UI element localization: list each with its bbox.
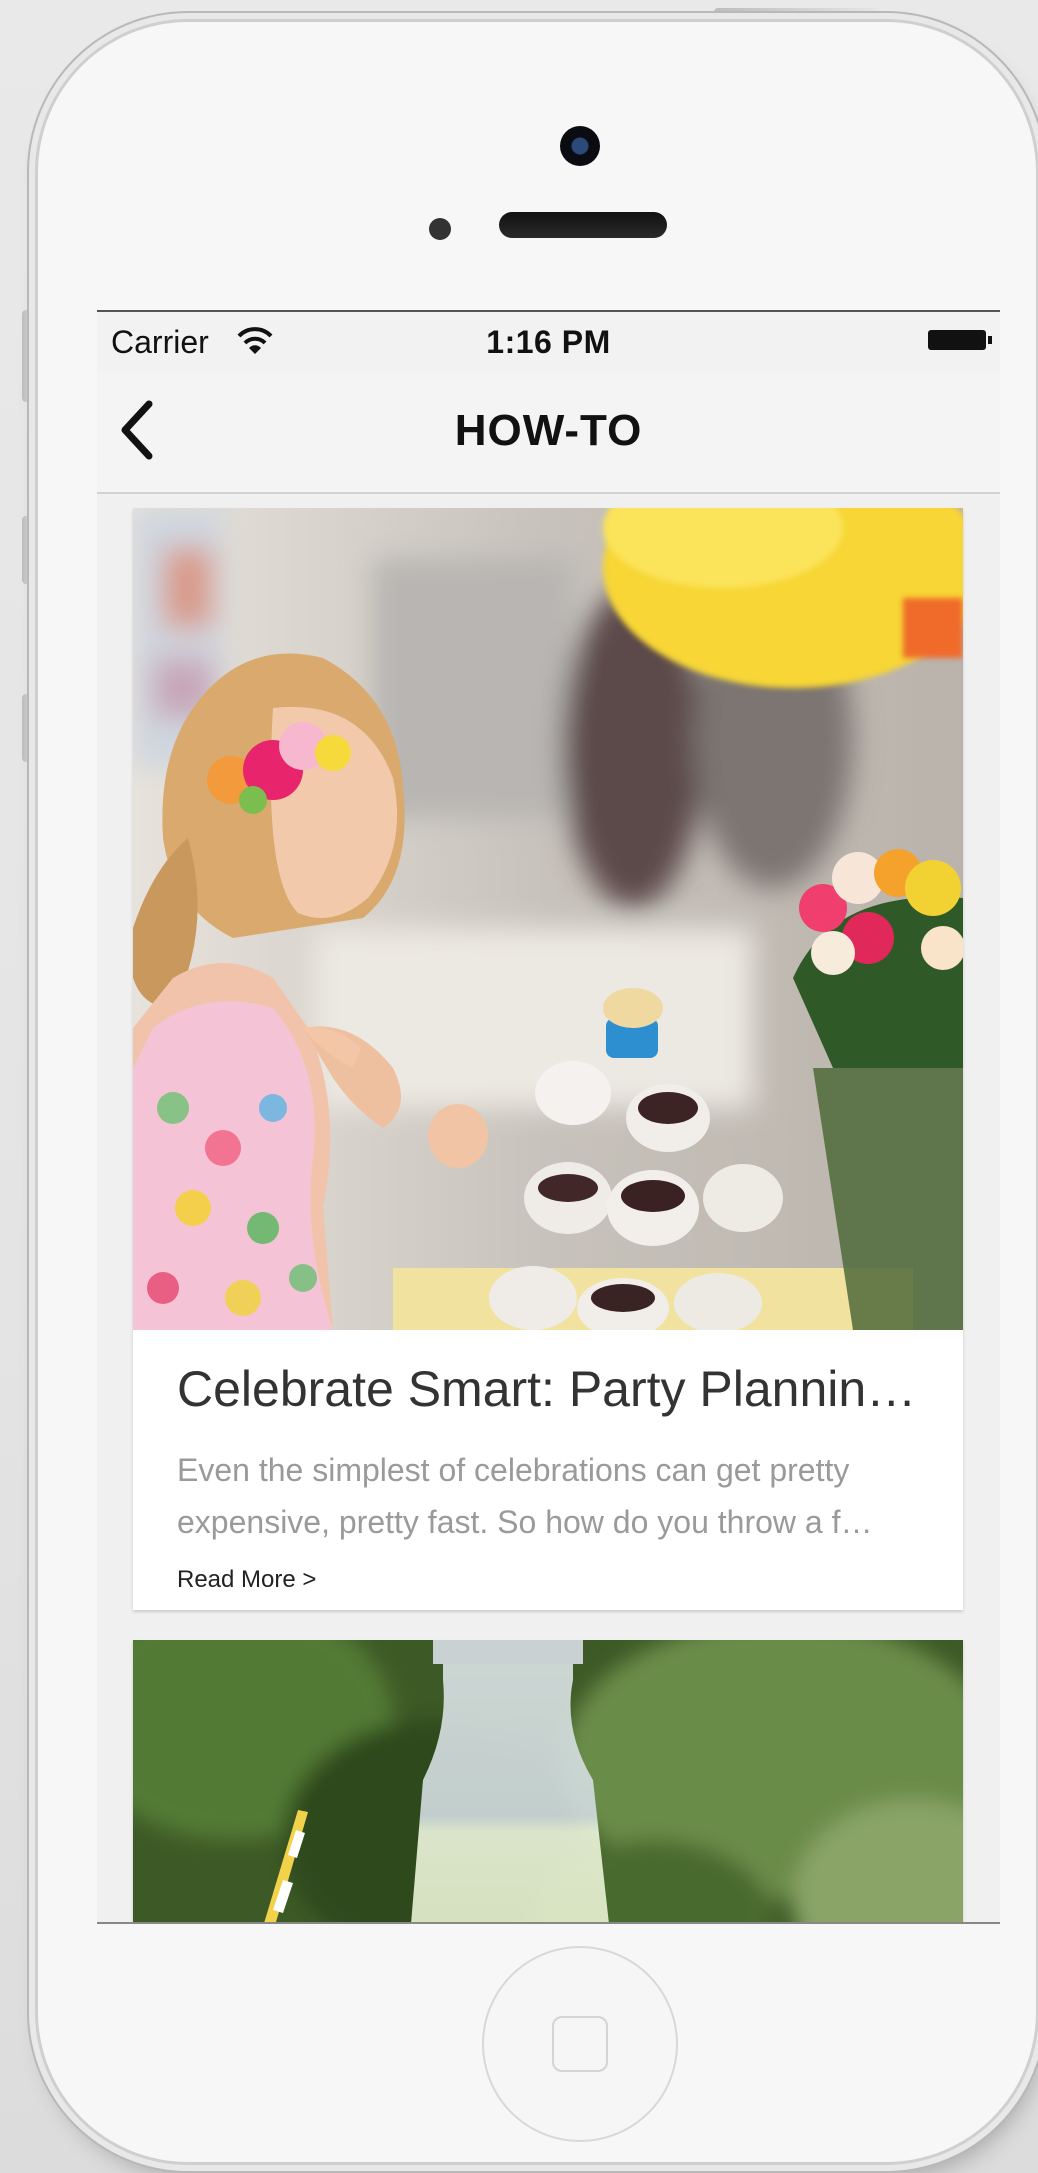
proximity-sensor <box>429 218 451 240</box>
mute-switch <box>22 310 34 402</box>
navigation-bar: HOW-TO <box>97 372 1000 494</box>
home-button[interactable] <box>482 1946 678 2142</box>
battery-icon <box>928 330 992 350</box>
earpiece-speaker <box>499 212 667 238</box>
article-photo <box>133 508 963 1330</box>
app-screen: Carrier 1:16 PM HOW-TO Celebrate Smart: … <box>97 310 1000 1924</box>
volume-down-button <box>22 694 34 762</box>
page-title: HOW-TO <box>454 406 643 455</box>
power-button <box>714 8 878 18</box>
article-description-line: Even the simplest of celebrations can ge… <box>177 1452 850 1488</box>
front-camera <box>560 126 600 166</box>
status-bar: Carrier 1:16 PM <box>97 312 1000 372</box>
article-card[interactable] <box>133 1640 963 1922</box>
status-time: 1:16 PM <box>486 324 611 360</box>
article-list: Celebrate Smart: Party Plannin… Even the… <box>97 494 1000 1922</box>
article-card[interactable]: Celebrate Smart: Party Plannin… Even the… <box>133 508 963 1610</box>
read-more-link[interactable]: Read More > <box>177 1566 316 1594</box>
article-title[interactable]: Celebrate Smart: Party Plannin… <box>177 1360 937 1418</box>
volume-up-button <box>22 516 34 584</box>
article-description: Even the simplest of celebrations can ge… <box>177 1444 937 1548</box>
article-photo <box>133 1640 963 1922</box>
article-description-line: expensive, pretty fast. So how do you th… <box>177 1504 873 1540</box>
